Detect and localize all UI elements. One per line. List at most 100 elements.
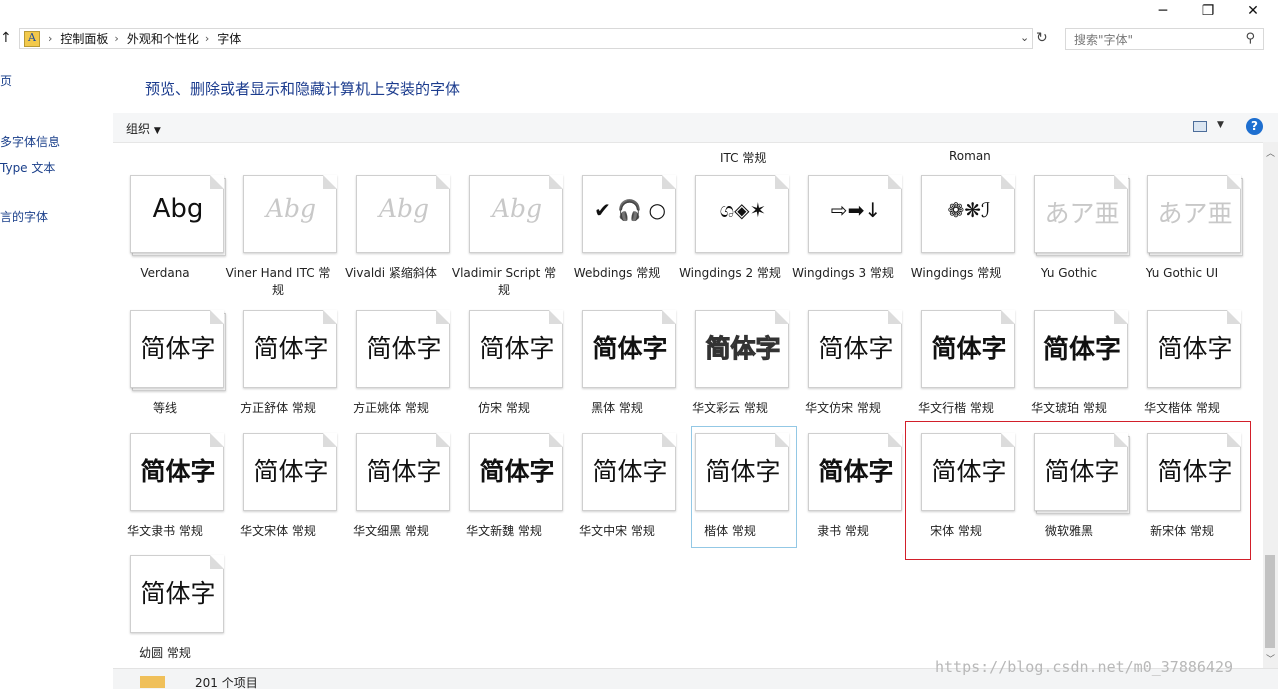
font-name: Wingdings 常规 <box>910 266 1002 280</box>
organize-button[interactable]: 组织 ▼ <box>126 120 161 137</box>
font-tile[interactable]: Abg Vladimir Script 常规 <box>452 175 563 297</box>
font-sample: 简体字 <box>931 334 1007 363</box>
font-preview-icon: ❁❋ℐ <box>921 175 1015 253</box>
font-preview-icon: 简体字 <box>130 555 224 633</box>
font-tile[interactable]: 简体字 华文中宋 常规 <box>565 433 676 551</box>
page: Abg <box>243 175 337 253</box>
font-preview-icon: Abg <box>243 175 337 253</box>
view-dropdown-icon[interactable]: ▼ <box>1217 120 1224 130</box>
up-arrow-icon[interactable]: ↑ <box>0 30 12 46</box>
font-tile[interactable]: ⇨➡↓ Wingdings 3 常规 <box>791 175 902 293</box>
nav-item-language-fonts[interactable]: 言的字体 <box>0 208 48 225</box>
font-name: 方正舒体 常规 <box>240 401 316 415</box>
font-tile[interactable]: ශ◈✶ Wingdings 2 常规 <box>678 175 789 293</box>
font-name: Verdana <box>140 266 190 280</box>
font-tile[interactable]: 简体字华文隶书 常规 <box>113 433 224 551</box>
font-tile[interactable]: 简体字 方正舒体 常规 <box>226 310 337 428</box>
font-sample: 简体字 <box>1157 334 1233 363</box>
search-icon[interactable]: ⚲ <box>1245 31 1255 46</box>
font-tile[interactable]: 简体字华文宋体 常规 <box>226 433 337 551</box>
search-input[interactable]: 搜索"字体" ⚲ <box>1065 28 1264 50</box>
font-preview-icon: 简体字 <box>695 310 789 388</box>
font-name: 隶书 常规 <box>817 524 869 538</box>
font-sample: 简体字 <box>366 457 442 486</box>
nav-item-home[interactable]: 页 <box>0 72 12 89</box>
page: 简体字 <box>243 433 337 511</box>
page-title: 预览、删除或者显示和隐藏计算机上安装的字体 <box>145 80 461 98</box>
scroll-up-icon[interactable]: ︿ <box>1266 146 1275 159</box>
font-preview-icon: Abg <box>356 175 450 253</box>
font-preview-icon: Abg <box>130 175 226 256</box>
font-preview-icon: 简体字 <box>808 433 902 511</box>
font-tile[interactable]: Abg Vivaldi 紧缩斜体 <box>339 175 450 293</box>
font-tile[interactable]: ❁❋ℐ Wingdings 常规 <box>904 175 1015 293</box>
font-tile[interactable]: 简体字 黑体 常规 <box>565 310 676 428</box>
address-bar[interactable]: A › 控制面板 › 外观和个性化 › 字体 <box>19 28 1033 49</box>
page: 简体字 <box>582 310 676 388</box>
nav-item-cleartype[interactable]: Type 文本 <box>0 159 55 176</box>
font-name: Viner Hand ITC 常规 <box>225 266 331 297</box>
font-tile[interactable]: 简体字 华文行楷 常规 <box>904 310 1015 428</box>
font-tile[interactable]: あア亜 Yu Gothic <box>1017 175 1130 293</box>
font-sample: 简体字 <box>366 334 442 363</box>
font-tile[interactable]: 简体字 华文楷体 常规 <box>1130 310 1241 428</box>
font-tile[interactable]: 简体字 等线 <box>113 310 226 428</box>
nav-item-font-info[interactable]: 多字体信息 <box>0 133 60 150</box>
font-sample: 简体字 <box>253 457 329 486</box>
font-tile[interactable]: 简体字隶书 常规 <box>791 433 902 551</box>
font-name: 仿宋 常规 <box>478 401 530 415</box>
font-tile[interactable]: ✔ 🎧 ○ Webdings 常规 <box>565 175 676 293</box>
page: 简体字 <box>130 310 224 388</box>
font-sample: 简体字 <box>592 457 668 486</box>
font-name: 华文隶书 常规 <box>127 524 203 538</box>
font-tile[interactable]: 简体字 华文仿宋 常规 <box>791 310 902 428</box>
page: ⇨➡↓ <box>808 175 902 253</box>
font-preview-icon: あア亜 <box>1147 175 1243 256</box>
font-tile[interactable]: 简体字 华文新魏 常规 <box>452 433 563 551</box>
font-preview-icon: 简体字 <box>582 310 676 388</box>
maximize-button[interactable]: ❐ <box>1185 0 1231 22</box>
font-tile[interactable]: Abg Viner Hand ITC 常规 <box>226 175 337 297</box>
font-preview-icon: ✔ 🎧 ○ <box>582 175 676 253</box>
font-tile[interactable]: 简体字方正姚体 常规 <box>339 310 450 428</box>
font-preview-icon: 简体字 <box>130 433 224 511</box>
refresh-icon[interactable]: ↻ <box>1036 30 1048 46</box>
page: ශ◈✶ <box>695 175 789 253</box>
font-name: 华文宋体 常规 <box>240 524 316 538</box>
address-dropdown-icon[interactable]: ⌄ <box>1020 31 1029 44</box>
page: 简体字 <box>1034 310 1128 388</box>
breadcrumb-separator-icon: › <box>204 32 210 45</box>
font-sample: ශ◈✶ <box>719 198 767 222</box>
scrollbar-thumb[interactable] <box>1265 555 1275 648</box>
font-sample: 简体字 <box>1042 335 1121 365</box>
page: Abg <box>130 175 224 253</box>
font-preview-icon: 简体字 <box>243 433 337 511</box>
page: 简体字 <box>695 310 789 388</box>
page: 简体字 <box>469 310 563 388</box>
page: ✔ 🎧 ○ <box>582 175 676 253</box>
view-icon[interactable] <box>1193 121 1207 132</box>
close-button[interactable]: ✕ <box>1230 0 1276 22</box>
font-tile[interactable]: 简体字华文琥珀 常规 <box>1017 310 1128 428</box>
font-tile[interactable]: あア亜 Yu Gothic UI <box>1130 175 1243 293</box>
breadcrumb-fonts[interactable]: 字体 <box>217 30 241 47</box>
breadcrumb-appearance[interactable]: 外观和个性化 <box>127 30 199 47</box>
breadcrumb-control-panel[interactable]: 控制面板 <box>60 30 108 47</box>
font-sample: ⇨➡↓ <box>830 198 882 222</box>
minimize-button[interactable]: ─ <box>1140 0 1186 22</box>
font-sample: あア亜 <box>1157 199 1233 228</box>
font-name: Webdings 常规 <box>573 266 661 280</box>
font-tile[interactable]: 简体字 华文细黑 常规 <box>339 433 450 551</box>
font-name: 华文新魏 常规 <box>466 524 542 538</box>
font-tile[interactable]: 简体字 幼圆 常规 <box>113 555 224 668</box>
font-name: 华文琥珀 常规 <box>1031 401 1107 415</box>
scroll-down-icon[interactable]: ﹀ <box>1266 652 1275 665</box>
font-name: Vivaldi 紧缩斜体 <box>345 266 437 280</box>
font-tile[interactable]: Abg Verdana <box>113 175 226 293</box>
font-tile[interactable]: 简体字 华文彩云 常规 <box>678 310 789 428</box>
font-name: 方正姚体 常规 <box>353 401 429 415</box>
font-sample: 简体字 <box>592 334 668 363</box>
font-tile[interactable]: 简体字仿宋 常规 <box>452 310 563 428</box>
watermark: https://blog.csdn.net/m0_37886429 <box>935 658 1234 676</box>
help-icon[interactable]: ? <box>1246 118 1263 135</box>
